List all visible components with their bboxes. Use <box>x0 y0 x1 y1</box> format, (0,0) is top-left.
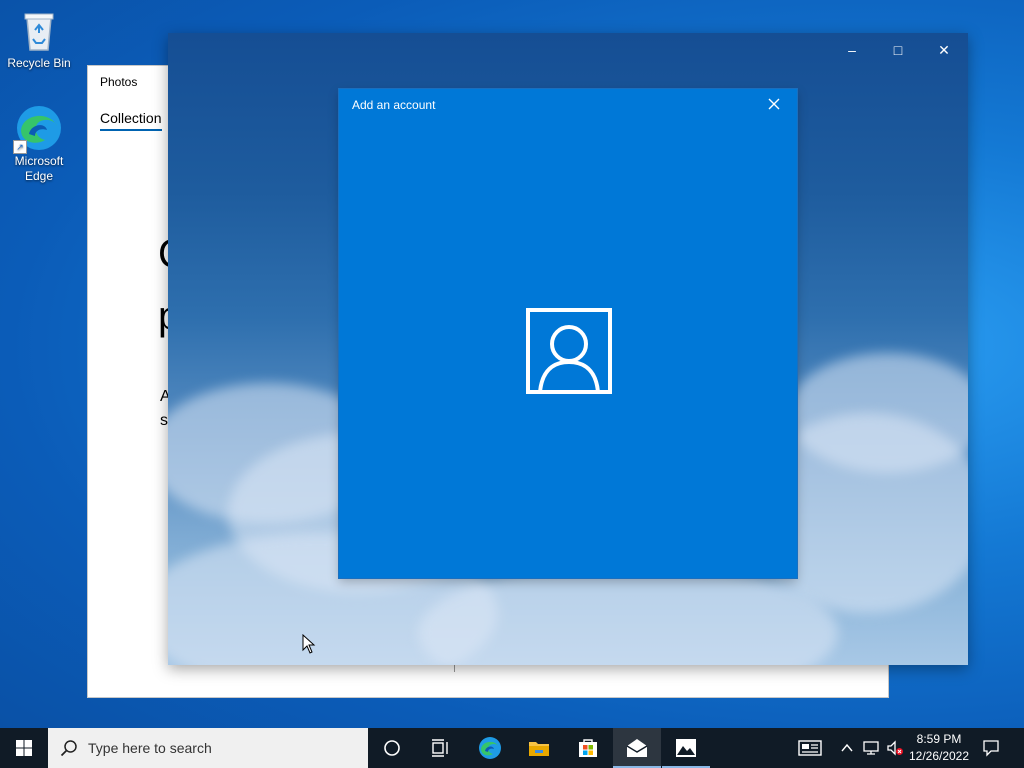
volume-muted-icon[interactable] <box>886 740 904 756</box>
desktop-icon-label: Recycle Bin <box>7 56 71 70</box>
edge-icon: ↗ <box>13 104 63 154</box>
taskbar-photos-button[interactable] <box>662 728 710 768</box>
taskbar: Type here to search 8:59 PM 12/26/2022 <box>0 728 1024 768</box>
taskbar-store-button[interactable] <box>564 728 612 768</box>
cortana-icon <box>384 740 400 756</box>
close-icon <box>768 98 780 110</box>
photos-icon <box>676 739 696 757</box>
window-title: Photos <box>100 75 138 89</box>
mouse-cursor-icon <box>302 634 316 654</box>
windows-logo-icon <box>16 740 32 756</box>
maximize-button[interactable]: □ <box>887 41 909 59</box>
chevron-up-icon[interactable] <box>840 741 854 755</box>
tab-underline <box>100 129 162 131</box>
dialog-title: Add an account <box>352 98 436 112</box>
close-button[interactable]: ✕ <box>933 41 955 59</box>
clock-date[interactable]: 12/26/2022 <box>906 749 972 763</box>
task-view-button[interactable] <box>416 728 464 768</box>
person-icon <box>526 308 612 394</box>
desktop-icon-recycle-bin[interactable]: Recycle Bin <box>4 6 74 71</box>
start-button[interactable] <box>0 728 48 768</box>
body-text: s <box>160 412 168 429</box>
minimize-button[interactable]: – <box>841 41 863 59</box>
file-explorer-icon <box>529 742 549 756</box>
desktop-icon-edge[interactable]: ↗ Microsoft Edge <box>4 104 74 184</box>
store-icon <box>579 739 597 757</box>
clock-time[interactable]: 8:59 PM <box>906 732 972 746</box>
search-box[interactable]: Type here to search <box>48 728 368 768</box>
news-icon <box>798 740 822 756</box>
news-widget-button[interactable] <box>786 728 834 768</box>
taskbar-mail-button[interactable] <box>613 728 661 768</box>
search-placeholder: Type here to search <box>88 740 212 756</box>
task-view-icon <box>432 739 448 757</box>
cortana-button[interactable] <box>368 728 416 768</box>
notification-icon[interactable] <box>982 739 1000 757</box>
mail-icon <box>626 739 648 757</box>
edge-icon <box>479 737 501 759</box>
desktop-icon-label: Microsoft Edge <box>14 154 64 183</box>
shortcut-arrow-icon: ↗ <box>13 140 27 154</box>
dialog-close-button[interactable] <box>767 97 781 111</box>
taskbar-edge-button[interactable] <box>466 728 514 768</box>
tab-collection[interactable]: Collection <box>100 110 161 126</box>
taskbar-file-explorer-button[interactable] <box>515 728 563 768</box>
search-icon <box>60 740 77 757</box>
add-account-dialog[interactable]: Add an account <box>339 89 797 578</box>
network-icon[interactable] <box>862 740 880 756</box>
recycle-bin-icon <box>15 6 63 54</box>
